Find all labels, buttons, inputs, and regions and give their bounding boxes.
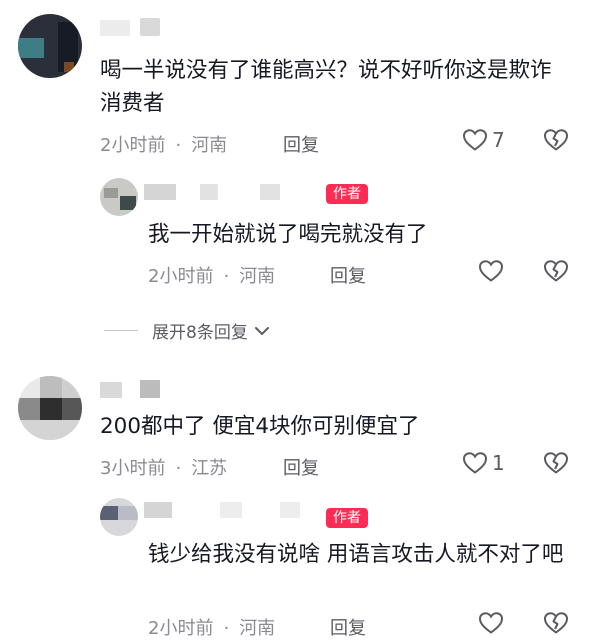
username-redacted[interactable] bbox=[144, 500, 314, 520]
reply-time: 2小时前 bbox=[148, 266, 214, 287]
reply-button[interactable]: 回复 bbox=[330, 614, 366, 640]
username-redacted[interactable] bbox=[144, 182, 314, 202]
heart-icon bbox=[462, 129, 488, 151]
dislike-button[interactable] bbox=[543, 611, 569, 639]
comment-meta: 2小时前 · 河南 bbox=[100, 135, 228, 156]
expand-replies-button[interactable]: 展开8条回复 bbox=[104, 318, 270, 343]
broken-heart-icon bbox=[544, 452, 568, 474]
username-redacted[interactable] bbox=[100, 380, 200, 400]
reply-button[interactable]: 回复 bbox=[283, 131, 319, 157]
comment-location: 江苏 bbox=[191, 458, 228, 479]
dislike-button[interactable] bbox=[543, 259, 569, 287]
author-badge: 作者 bbox=[326, 184, 368, 204]
like-count: 7 bbox=[492, 128, 505, 152]
avatar[interactable] bbox=[18, 376, 82, 440]
comment-2: 200都中了 便宜4块你可别便宜了 3小时前 · 江苏 回复 1 bbox=[0, 370, 600, 490]
heart-icon bbox=[478, 612, 504, 634]
comment-text: 喝一半说没有了谁能高兴？说不好听你这是欺诈消费者 bbox=[100, 58, 552, 116]
like-button[interactable]: 7 bbox=[462, 128, 505, 152]
comment-time: 2小时前 bbox=[100, 135, 166, 156]
dislike-button[interactable] bbox=[543, 128, 569, 156]
heart-icon bbox=[462, 452, 488, 474]
like-button[interactable]: 1 bbox=[462, 451, 505, 475]
reply-button[interactable]: 回复 bbox=[283, 454, 319, 480]
comment-time: 3小时前 bbox=[100, 458, 166, 479]
like-button[interactable] bbox=[478, 259, 504, 287]
like-button[interactable] bbox=[478, 611, 504, 639]
reply-text: 钱少给我没有说啥 用语言攻击人就不对了吧 bbox=[148, 542, 564, 567]
reply-meta: 2小时前 · 河南 bbox=[148, 618, 276, 639]
reply-meta: 2小时前 · 河南 bbox=[148, 266, 276, 287]
author-badge: 作者 bbox=[326, 508, 368, 528]
reply-text: 我一开始就说了喝完就没有了 bbox=[148, 222, 428, 247]
heart-icon bbox=[478, 260, 504, 282]
username-redacted[interactable] bbox=[100, 18, 200, 38]
comment-meta: 3小时前 · 江苏 bbox=[100, 458, 228, 479]
avatar[interactable] bbox=[100, 498, 138, 536]
broken-heart-icon bbox=[544, 260, 568, 282]
chevron-down-icon bbox=[254, 326, 269, 335]
dislike-button[interactable] bbox=[543, 451, 569, 479]
comment-1: 喝一半说没有了谁能高兴？说不好听你这是欺诈消费者 2小时前 · 河南 回复 7 bbox=[0, 0, 600, 170]
broken-heart-icon bbox=[544, 129, 568, 151]
like-count: 1 bbox=[492, 451, 505, 475]
avatar[interactable] bbox=[18, 14, 82, 78]
comment-location: 河南 bbox=[191, 135, 228, 156]
reply-1: 作者 我一开始就说了喝完就没有了 2小时前 · 河南 回复 bbox=[0, 170, 600, 300]
reply-2: 作者 钱少给我没有说啥 用语言攻击人就不对了吧 2小时前 · 河南 回复 bbox=[0, 490, 600, 639]
divider bbox=[104, 330, 138, 331]
comment-text: 200都中了 便宜4块你可别便宜了 bbox=[100, 414, 420, 439]
avatar[interactable] bbox=[100, 178, 138, 216]
broken-heart-icon bbox=[544, 612, 568, 634]
reply-location: 河南 bbox=[239, 266, 276, 287]
reply-button[interactable]: 回复 bbox=[330, 262, 366, 288]
expand-label: 展开8条回复 bbox=[152, 323, 248, 343]
